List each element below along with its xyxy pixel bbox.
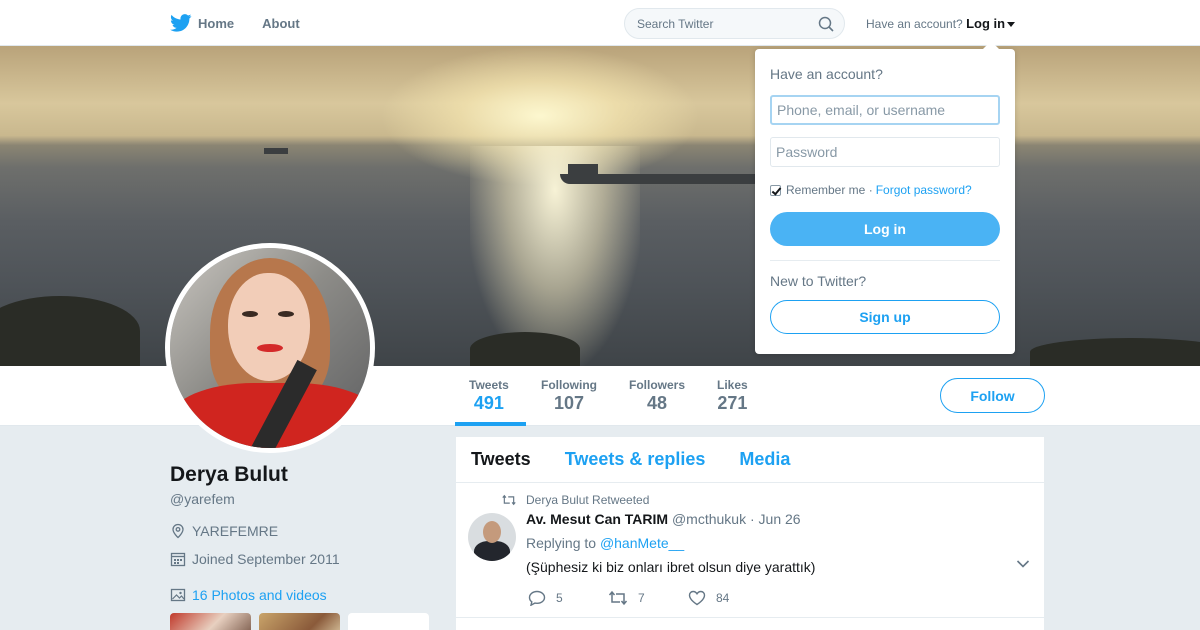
profile-handle[interactable]: @yarefem [170, 491, 235, 507]
tab-tweets[interactable]: Tweets [471, 449, 531, 470]
remember-row: Remember me · Forgot password? [770, 183, 972, 197]
stat-likes-label: Likes [717, 378, 748, 392]
tweet[interactable]: Derya Bulut Retweeted Av. Mesut Can TARI… [456, 483, 1044, 618]
caret-down-icon[interactable] [1007, 22, 1016, 28]
username-field[interactable] [770, 95, 1000, 125]
banner-tree-mid [470, 332, 580, 366]
retweet-context: Derya Bulut Retweeted [502, 493, 649, 507]
login-dropdown: Have an account? Remember me · Forgot pa… [755, 41, 1015, 354]
profile-joined: Joined September 2011 [170, 551, 340, 567]
photo-thumbnail[interactable] [348, 613, 429, 630]
timeline: Tweets Tweets & replies Media Derya Bulu… [456, 437, 1044, 630]
photo-thumbnail[interactable] [170, 613, 251, 630]
profile-photos[interactable]: 16 Photos and videos [170, 587, 327, 603]
like-count: 84 [716, 591, 730, 605]
new-to-twitter-label: New to Twitter? [770, 273, 867, 289]
dropdown-divider [770, 260, 1000, 261]
nav-left: Home About [170, 0, 328, 46]
replying-mention[interactable]: @hanMete__ [600, 535, 684, 551]
stat-likes-value: 271 [717, 393, 748, 413]
tweet-timestamp[interactable]: · Jun 26 [750, 511, 801, 527]
tweet-actions: 5 7 84 [528, 590, 768, 606]
chevron-down-icon[interactable] [1016, 559, 1030, 569]
profile-photos-link[interactable]: 16 Photos and videos [192, 587, 327, 603]
stat-tweets-value: 491 [473, 393, 504, 413]
login-toggle[interactable]: Log in [966, 16, 1005, 31]
forgot-password-link[interactable]: Forgot password? [876, 183, 972, 197]
stat-likes[interactable]: Likes 271 [717, 378, 748, 414]
nav-home[interactable]: Home [170, 14, 234, 32]
banner-tree-left [0, 296, 140, 366]
retweet-icon [502, 494, 516, 506]
follow-button[interactable]: Follow [940, 378, 1045, 413]
stat-following-label: Following [541, 378, 597, 392]
reply-count: 5 [556, 591, 563, 605]
avatar-eye-left [242, 311, 258, 317]
profile-joined-text: Joined September 2011 [192, 551, 340, 567]
signup-button[interactable]: Sign up [770, 300, 1000, 334]
banner-ship-small [264, 148, 288, 154]
tweet-username[interactable]: @mcthukuk [672, 511, 746, 527]
replying-prefix: Replying to [526, 535, 597, 551]
profile-name[interactable]: Derya Bulut [170, 463, 288, 487]
retweet-button[interactable]: 7 [608, 590, 688, 606]
avatar-eye-right [278, 311, 294, 317]
stat-followers-value: 48 [646, 393, 668, 413]
stat-followers-label: Followers [629, 378, 686, 392]
avatar-lips [257, 344, 283, 352]
tweet-avatar[interactable] [468, 513, 516, 561]
profile-location: YAREFEMRE [170, 523, 278, 539]
search-box [624, 8, 845, 39]
retweet-count: 7 [638, 591, 645, 605]
tab-tweets-replies[interactable]: Tweets & replies [565, 449, 706, 470]
banner-ship-bridge [568, 164, 598, 176]
login-button[interactable]: Log in [770, 212, 1000, 246]
photo-icon [170, 588, 186, 602]
tab-media[interactable]: Media [739, 449, 790, 470]
banner-tree-right [1030, 338, 1200, 366]
tweet-header: Av. Mesut Can TARIM @mcthukuk · Jun 26 [526, 511, 801, 527]
nav-about[interactable]: About [262, 16, 300, 31]
profile-avatar[interactable] [165, 243, 375, 453]
like-button[interactable]: 84 [688, 590, 768, 606]
active-stat-indicator [455, 422, 526, 426]
stat-followers[interactable]: Followers 48 [629, 378, 685, 414]
retweet-icon [608, 590, 628, 606]
tweet-avatar-head [483, 521, 501, 543]
photo-thumbnail[interactable] [259, 613, 340, 630]
stat-tweets[interactable]: Tweets 491 [469, 378, 509, 414]
search-input[interactable] [625, 16, 810, 31]
stat-tweets-label: Tweets [469, 378, 509, 392]
calendar-icon [170, 552, 186, 567]
login-dropdown-title: Have an account? [770, 66, 883, 82]
reply-button[interactable]: 5 [528, 590, 608, 606]
nav-about-label: About [262, 15, 300, 31]
tweet-avatar-body [474, 541, 510, 561]
retweeted-by[interactable]: Derya Bulut Retweeted [526, 493, 649, 507]
stat-following-value: 107 [553, 393, 585, 413]
tweet-replying-to: Replying to @hanMete__ [526, 535, 684, 551]
stat-following[interactable]: Following 107 [541, 378, 597, 414]
twitter-bird-icon [170, 14, 192, 32]
tweet-text: (Şüphesiz ki biz onları ibret olsun diye… [526, 559, 816, 575]
like-icon [688, 590, 706, 606]
profile-location-text: YAREFEMRE [192, 523, 279, 539]
location-icon [172, 523, 184, 539]
password-field[interactable] [770, 137, 1000, 167]
tweet-fullname[interactable]: Av. Mesut Can TARIM [526, 511, 668, 527]
search-icon[interactable] [818, 16, 834, 32]
account-link: Have an account? Log in [866, 16, 1016, 31]
remember-checkbox[interactable] [770, 184, 781, 196]
nav-home-label: Home [198, 15, 235, 31]
top-nav: Home About Have an account? Log in [0, 0, 1200, 46]
remember-label: Remember me · [786, 183, 873, 197]
reply-icon [528, 590, 546, 606]
account-prompt: Have an account? [866, 17, 963, 31]
timeline-tabs: Tweets Tweets & replies Media [456, 437, 1044, 483]
